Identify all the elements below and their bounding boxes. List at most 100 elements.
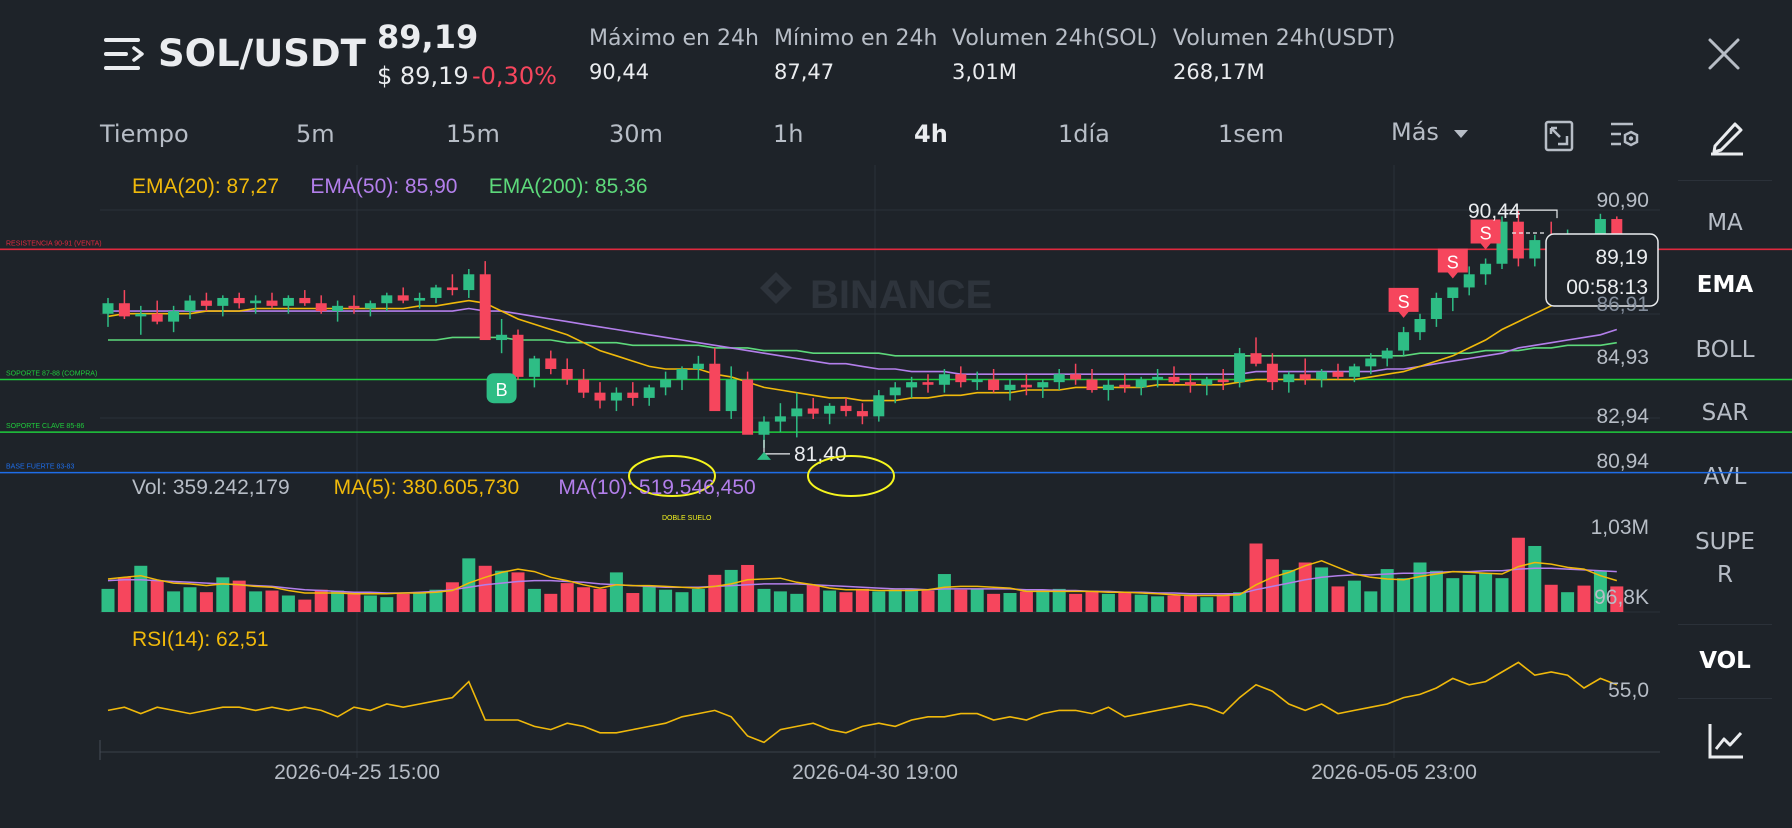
candle [955, 374, 967, 383]
candle [1316, 371, 1328, 380]
price-tag-price: 89,19 [1595, 246, 1648, 269]
volume-bar [790, 593, 804, 612]
price-axis-label: 80,94 [1596, 450, 1649, 473]
volume-bar [872, 591, 886, 612]
candle [856, 411, 868, 417]
sell-signal-label: S [1480, 224, 1492, 244]
volume-bar [1380, 569, 1394, 612]
volume-bar [396, 593, 410, 612]
volume-bar [1167, 595, 1181, 612]
volume-bar [839, 592, 853, 612]
volume-axis-label: 1,03M [1591, 516, 1649, 539]
volume-bar [593, 588, 607, 612]
volume-bar [1544, 584, 1558, 612]
high-marker-label: 90,44 [1468, 200, 1521, 223]
candle [725, 379, 737, 412]
volume-bar [1085, 590, 1099, 612]
volume-bar [1429, 570, 1443, 612]
time-axis-label: 2026-04-30 19:00 [792, 761, 958, 784]
buy-signal-label: B [496, 380, 508, 400]
candle [1348, 366, 1360, 377]
volume-axis-label: 96,8K [1594, 586, 1649, 609]
volume-bar [675, 592, 689, 612]
volume-bar [347, 592, 361, 612]
candle [676, 368, 688, 380]
volume-bar [511, 572, 525, 612]
volume-bar [1282, 569, 1296, 612]
candle [709, 363, 721, 412]
price-axis-label: 86,91 [1596, 293, 1649, 316]
level-label: SOPORTE CLAVE 85-86 [6, 423, 84, 430]
low-marker-line [763, 439, 790, 455]
volume-bar [1298, 562, 1312, 612]
double-bottom-circle [807, 455, 895, 497]
volume-bar [823, 590, 837, 612]
candle [938, 374, 950, 385]
candle [1234, 353, 1246, 383]
candle [250, 300, 262, 304]
volume-bar [1069, 593, 1083, 612]
candle [184, 300, 196, 312]
volume-bar [1446, 578, 1460, 612]
candle [1168, 376, 1180, 383]
volume-bar [1331, 586, 1345, 612]
candle [217, 297, 229, 306]
price-axis-label: 90,90 [1596, 189, 1649, 212]
volume-bar [101, 588, 115, 612]
candle [168, 311, 180, 322]
vol-legend: Vol: 359.242,179 [132, 476, 290, 499]
volume-bar [1151, 596, 1165, 612]
volume-bar [1397, 578, 1411, 612]
candle [807, 408, 819, 414]
candle [1529, 240, 1541, 259]
volume-bar [970, 588, 984, 612]
candle [528, 358, 540, 377]
volume-bar [1052, 588, 1066, 612]
volume-bar [1036, 590, 1050, 612]
sell-signal-label: S [1447, 252, 1459, 272]
rsi-axis-label: 55,0 [1608, 679, 1649, 702]
candle [1020, 384, 1032, 388]
candle [381, 295, 393, 304]
volume-bar [757, 588, 771, 612]
candle [561, 368, 573, 380]
volume-bar [134, 565, 148, 612]
volume-bar [773, 591, 787, 612]
volume-bar [724, 569, 738, 612]
candle [873, 395, 885, 417]
candle [742, 379, 754, 435]
volume-bar [167, 591, 181, 612]
candle [1217, 379, 1229, 383]
level-label: BASE FUERTE 83-83 [6, 464, 74, 471]
ema50-line [108, 307, 1618, 376]
volume-bar [888, 589, 902, 612]
candle [118, 303, 130, 317]
candle [988, 379, 1000, 391]
volume-bar [1249, 543, 1263, 612]
volume-bar [478, 565, 492, 612]
candle [266, 300, 278, 306]
watermark: BINANCE [810, 273, 992, 317]
candle [463, 274, 475, 291]
volume-bar [495, 570, 509, 612]
candle [512, 334, 524, 377]
candle [906, 382, 918, 388]
volume-bar [659, 589, 673, 612]
volume-bar [183, 587, 197, 612]
candle [1430, 297, 1442, 320]
volume-bar [281, 595, 295, 612]
candle [1119, 384, 1131, 388]
volume-bar [150, 580, 164, 612]
candle [364, 303, 376, 309]
chart-canvas[interactable]: BINANCE RESISTENCIA 90-91 (VENTA) SOPORTE … [0, 0, 1792, 828]
candle [102, 303, 114, 314]
volume-bar [741, 564, 755, 612]
volume-bar [1479, 573, 1493, 612]
candle [1299, 374, 1311, 380]
candle [479, 274, 491, 341]
rsi-legend: RSI(14): 62,51 [132, 628, 269, 651]
candle [971, 379, 983, 383]
candle [578, 379, 590, 393]
candle [200, 300, 212, 306]
candle [446, 287, 458, 291]
